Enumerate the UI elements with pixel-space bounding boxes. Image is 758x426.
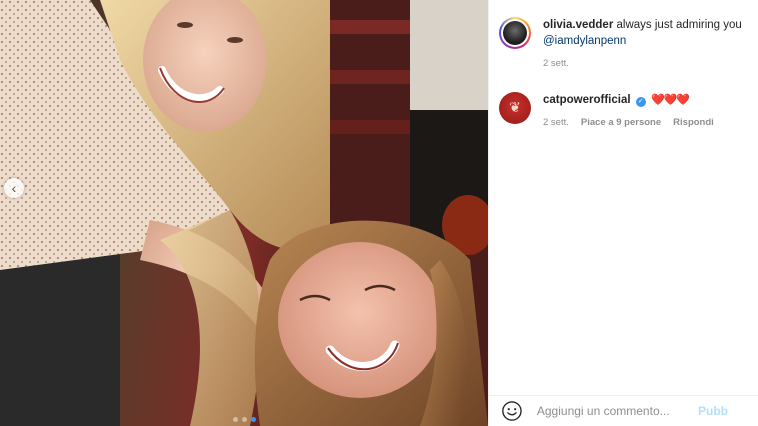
emoji-icon[interactable] — [501, 400, 523, 422]
comment-composer: Pubb — [489, 395, 758, 426]
post-caption: olivia.vedder always just admiring you @… — [499, 17, 750, 69]
comment-input[interactable] — [534, 403, 698, 419]
post-photo: ‹ — [0, 0, 488, 426]
carousel-dot — [232, 417, 238, 422]
caption-text: olivia.vedder always just admiring you @… — [543, 17, 750, 49]
caption-username[interactable]: olivia.vedder — [543, 19, 613, 31]
comment-item: ❦ catpowerofficial ✓ ❤️❤️❤️ 2 sett. Piac… — [499, 92, 750, 128]
comment-likes[interactable]: Piace a 9 persone — [581, 117, 661, 128]
carousel-prev-button[interactable]: ‹ — [4, 178, 24, 198]
post-comment-button[interactable]: Pubb — [698, 404, 728, 418]
comment-time[interactable]: 2 sett. — [543, 117, 569, 128]
reply-button[interactable]: Rispondi — [673, 117, 714, 128]
comments-panel: olivia.vedder always just admiring you @… — [488, 0, 758, 426]
verified-badge-icon: ✓ — [635, 97, 646, 107]
caption-body: always just admiring you — [616, 19, 742, 31]
comment-meta: 2 sett. Piace a 9 persone Rispondi — [543, 117, 750, 128]
rose-icon: ❦ — [509, 100, 521, 116]
avatar[interactable] — [499, 17, 531, 49]
carousel-indicator — [0, 417, 488, 422]
carousel-dot-active — [250, 417, 256, 422]
chevron-left-icon: ‹ — [11, 180, 17, 196]
comment-text: catpowerofficial ✓ ❤️❤️❤️ — [543, 92, 750, 108]
photo-illustration — [0, 0, 488, 426]
caption-mention[interactable]: @iamdylanpenn — [543, 35, 626, 47]
comment-body: ❤️❤️❤️ — [650, 94, 690, 106]
caption-time[interactable]: 2 sett. — [543, 58, 569, 69]
caption-meta: 2 sett. — [543, 58, 750, 69]
carousel-dot — [241, 417, 247, 422]
comment-username[interactable]: catpowerofficial — [543, 94, 631, 106]
avatar[interactable]: ❦ — [499, 92, 531, 124]
